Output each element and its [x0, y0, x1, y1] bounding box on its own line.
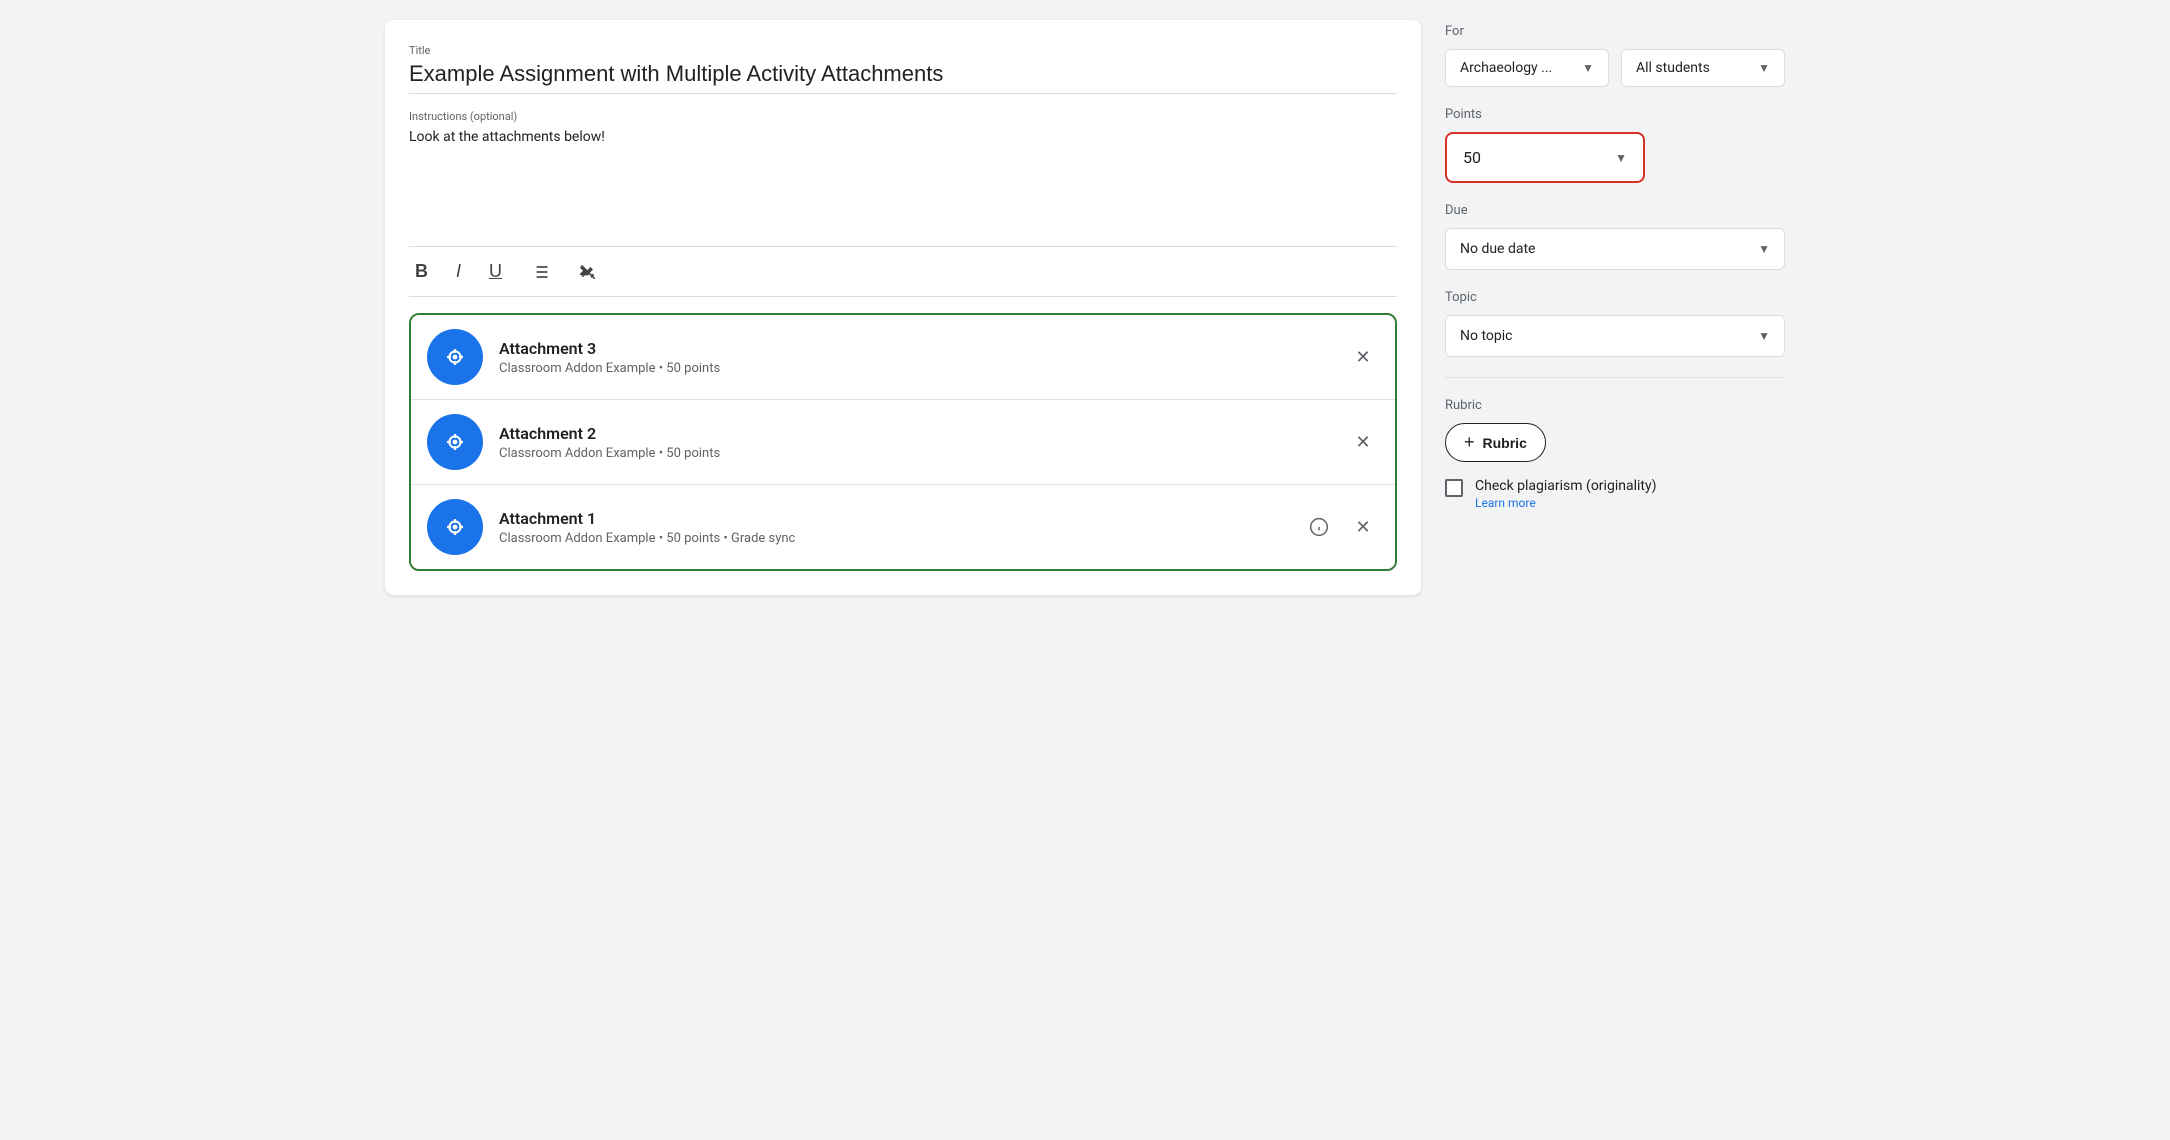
attachment-actions: ✕ — [1347, 341, 1379, 373]
instructions-text[interactable]: Look at the attachments below! — [409, 129, 1397, 145]
attachment-title: Attachment 1 — [499, 509, 1287, 528]
table-row: Attachment 2 Classroom Addon Example • 5… — [411, 400, 1395, 485]
remove-attachment-button[interactable]: ✕ — [1347, 511, 1379, 543]
due-date-dropdown[interactable]: No due date ▼ — [1445, 228, 1785, 270]
for-label: For — [1445, 24, 1785, 39]
learn-more-link[interactable]: Learn more — [1475, 496, 1656, 510]
attachments-container: Attachment 3 Classroom Addon Example • 5… — [409, 313, 1397, 571]
add-rubric-button[interactable]: + Rubric — [1445, 423, 1546, 462]
topic-label: Topic — [1445, 290, 1785, 305]
points-label: Points — [1445, 107, 1785, 122]
chevron-down-icon: ▼ — [1758, 242, 1770, 256]
attachment-icon — [427, 414, 483, 470]
title-input[interactable] — [409, 61, 1397, 94]
assignment-settings: For Archaeology ... ▼ All students ▼ Poi… — [1445, 20, 1785, 595]
attachment-info: Attachment 1 Classroom Addon Example • 5… — [499, 509, 1287, 546]
attachment-subtitle: Classroom Addon Example • 50 points — [499, 446, 1331, 461]
clear-format-button[interactable] — [572, 258, 604, 286]
table-row: Attachment 1 Classroom Addon Example • 5… — [411, 485, 1395, 569]
plagiarism-label: Check plagiarism (originality) — [1475, 478, 1656, 494]
list-button[interactable] — [524, 258, 556, 286]
remove-attachment-button[interactable]: ✕ — [1347, 426, 1379, 458]
title-section: Title — [409, 44, 1397, 94]
points-dropdown[interactable]: 50 ▼ — [1445, 132, 1645, 183]
info-button[interactable] — [1303, 511, 1335, 543]
students-dropdown[interactable]: All students ▼ — [1621, 49, 1785, 87]
assignment-form: Title Instructions (optional) Look at th… — [385, 20, 1421, 595]
chevron-down-icon: ▼ — [1758, 61, 1770, 75]
plagiarism-checkbox[interactable] — [1445, 479, 1463, 497]
due-label: Due — [1445, 203, 1785, 218]
attachment-info: Attachment 2 Classroom Addon Example • 5… — [499, 424, 1331, 461]
points-value: 50 — [1463, 148, 1481, 167]
underline-button[interactable]: U — [483, 257, 508, 286]
chevron-down-icon: ▼ — [1582, 61, 1594, 75]
instructions-section: Instructions (optional) Look at the atta… — [409, 110, 1397, 230]
plagiarism-row: Check plagiarism (originality) Learn mor… — [1445, 478, 1785, 510]
attachment-icon — [427, 329, 483, 385]
course-dropdown[interactable]: Archaeology ... ▼ — [1445, 49, 1609, 87]
divider — [1445, 377, 1785, 378]
attachment-actions: ✕ — [1347, 426, 1379, 458]
attachment-icon — [427, 499, 483, 555]
bold-button[interactable]: B — [409, 257, 434, 286]
attachment-subtitle: Classroom Addon Example • 50 points — [499, 361, 1331, 376]
plus-icon: + — [1464, 432, 1475, 453]
attachment-subtitle: Classroom Addon Example • 50 points • Gr… — [499, 531, 1287, 546]
formatting-toolbar: B I U — [409, 246, 1397, 297]
table-row: Attachment 3 Classroom Addon Example • 5… — [411, 315, 1395, 400]
title-label: Title — [409, 44, 1397, 57]
rubric-label: Rubric — [1445, 398, 1785, 413]
topic-dropdown[interactable]: No topic ▼ — [1445, 315, 1785, 357]
for-row: Archaeology ... ▼ All students ▼ — [1445, 49, 1785, 87]
attachment-info: Attachment 3 Classroom Addon Example • 5… — [499, 339, 1331, 376]
instructions-label: Instructions (optional) — [409, 110, 1397, 123]
chevron-down-icon: ▼ — [1758, 329, 1770, 343]
plagiarism-info: Check plagiarism (originality) Learn mor… — [1475, 478, 1656, 510]
chevron-down-icon: ▼ — [1615, 151, 1627, 165]
attachment-title: Attachment 3 — [499, 339, 1331, 358]
remove-attachment-button[interactable]: ✕ — [1347, 341, 1379, 373]
attachment-actions: ✕ — [1303, 511, 1379, 543]
italic-button[interactable]: I — [450, 257, 467, 286]
attachment-title: Attachment 2 — [499, 424, 1331, 443]
